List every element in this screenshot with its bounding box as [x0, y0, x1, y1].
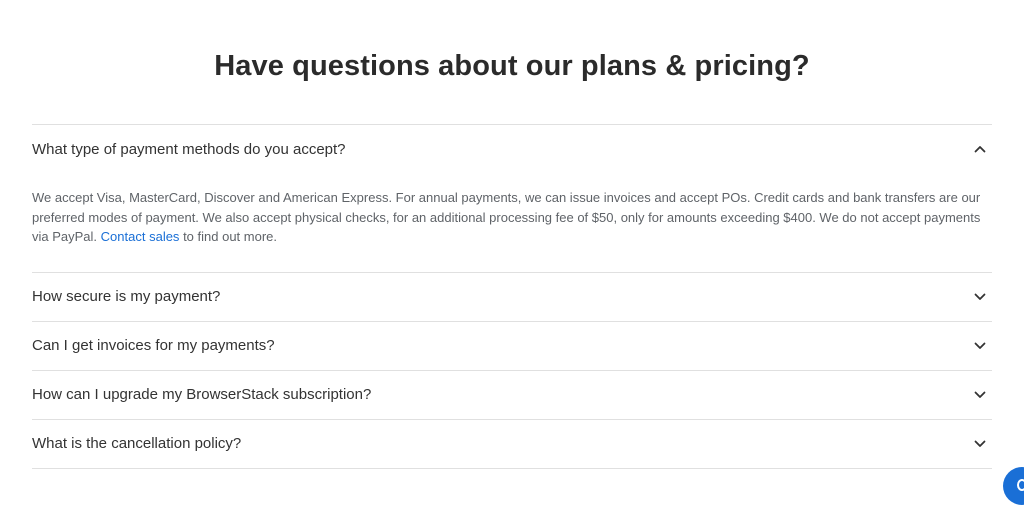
chevron-down-icon[interactable] — [970, 336, 990, 356]
chevron-down-icon[interactable] — [970, 287, 990, 307]
faq-answer-text-end: to find out more. — [183, 229, 278, 244]
faq-question-toggle[interactable]: What type of payment methods do you acce… — [32, 125, 992, 173]
faq-question-toggle[interactable]: How can I upgrade my BrowserStack subscr… — [32, 371, 992, 419]
chevron-down-icon[interactable] — [970, 385, 990, 405]
faq-item-invoices: Can I get invoices for my payments? — [32, 320, 992, 370]
faq-item-upgrade: How can I upgrade my BrowserStack subscr… — [32, 369, 992, 419]
faq-question-text: How can I upgrade my BrowserStack subscr… — [32, 386, 372, 403]
faq-item-cancellation: What is the cancellation policy? — [32, 418, 992, 469]
faq-item-payment-methods: What type of payment methods do you acce… — [32, 124, 992, 272]
faq-item-secure-payment: How secure is my payment? — [32, 271, 992, 321]
chevron-down-icon[interactable] — [970, 434, 990, 454]
faq-question-text: Can I get invoices for my payments? — [32, 337, 275, 354]
faq-question-toggle[interactable]: Can I get invoices for my payments? — [32, 322, 992, 370]
chat-button[interactable] — [1003, 467, 1024, 505]
faq-question-toggle[interactable]: How secure is my payment? — [32, 273, 992, 321]
chat-icon — [1017, 479, 1024, 491]
contact-sales-link[interactable]: Contact sales — [101, 229, 180, 244]
faq-question-text: What is the cancellation policy? — [32, 435, 242, 452]
faq-question-text: How secure is my payment? — [32, 288, 221, 305]
faq-accordion: What type of payment methods do you acce… — [32, 124, 992, 469]
faq-answer: We accept Visa, MasterCard, Discover and… — [32, 173, 992, 272]
faq-question-toggle[interactable]: What is the cancellation policy? — [32, 420, 992, 468]
faq-question-text: What type of payment methods do you acce… — [32, 140, 346, 158]
chevron-up-icon[interactable] — [970, 139, 990, 159]
page-title: Have questions about our plans & pricing… — [214, 50, 810, 82]
